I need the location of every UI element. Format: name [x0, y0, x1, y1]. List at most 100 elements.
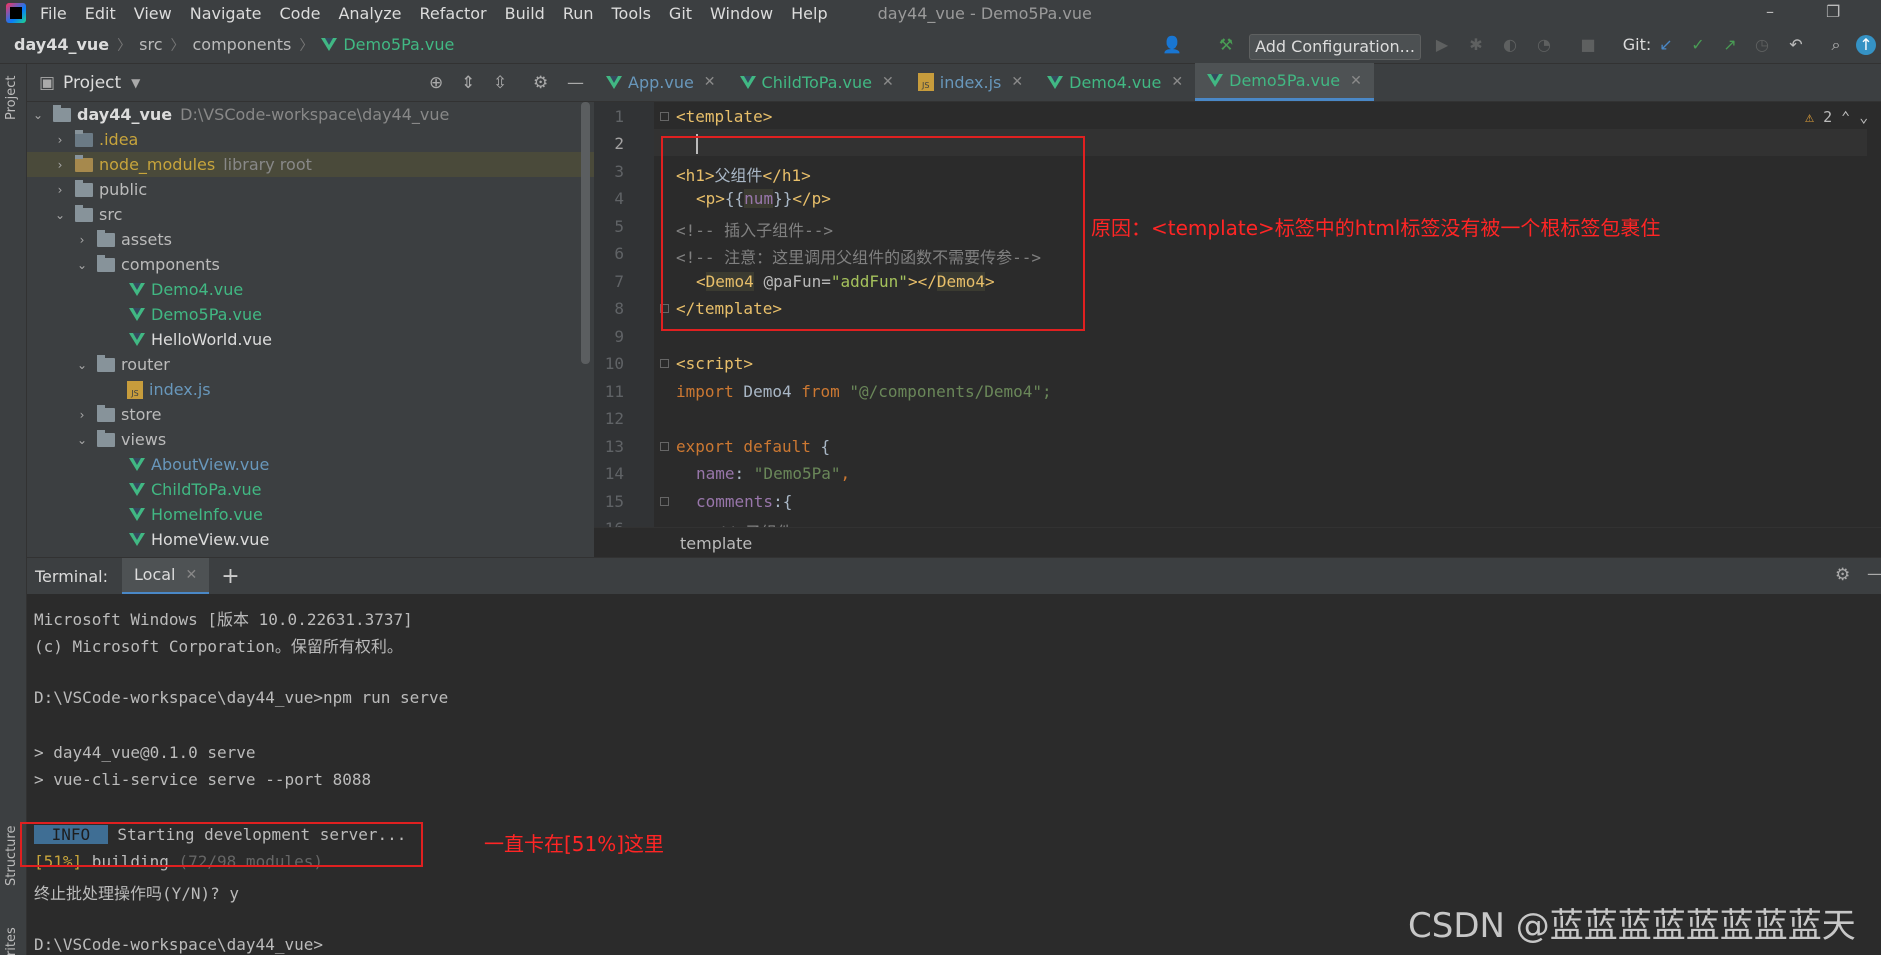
menu-analyze[interactable]: Analyze: [338, 4, 401, 23]
tree-item-demo4[interactable]: Demo4.vue: [27, 277, 594, 302]
tree-item-root[interactable]: ⌄ day44_vue D:\VSCode-workspace\day44_vu…: [27, 102, 594, 127]
chevron-down-icon[interactable]: ⌄: [75, 258, 89, 272]
fold-marker-icon[interactable]: [660, 112, 669, 121]
chevron-down-icon[interactable]: ⌄: [53, 208, 67, 222]
git-update-icon[interactable]: ↙: [1656, 35, 1676, 55]
tree-item-homeinfo[interactable]: HomeInfo.vue: [27, 502, 594, 527]
warnings-indicator[interactable]: ⚠ 2 ⌃ ⌄: [1805, 108, 1868, 126]
tree-item-helloworld[interactable]: HelloWorld.vue: [27, 327, 594, 352]
gear-icon[interactable]: ⚙: [533, 73, 548, 93]
chevron-down-icon[interactable]: ⌄: [31, 108, 45, 122]
close-icon[interactable]: ✕: [1011, 74, 1023, 90]
fold-marker-icon[interactable]: [660, 442, 669, 451]
vue-file-icon: [129, 508, 145, 521]
rollback-icon[interactable]: ↶: [1786, 35, 1806, 55]
close-icon[interactable]: ✕: [1171, 74, 1183, 90]
breadcrumb-project[interactable]: day44_vue: [14, 35, 109, 54]
breadcrumb-src[interactable]: src: [139, 35, 162, 54]
restore-icon[interactable]: ❐: [1826, 2, 1840, 21]
tree-item-demo5pa[interactable]: Demo5Pa.vue: [27, 302, 594, 327]
tab-demo4-vue[interactable]: Demo4.vue ✕: [1035, 63, 1195, 101]
tab-app-vue[interactable]: App.vue ✕: [594, 63, 728, 101]
coverage-icon[interactable]: ◐: [1500, 35, 1520, 55]
stop-icon[interactable]: ■: [1578, 35, 1598, 55]
menu-tools[interactable]: Tools: [612, 4, 651, 23]
tree-item-index-js[interactable]: JS index.js: [27, 377, 594, 402]
tree-item-public[interactable]: › public: [27, 177, 594, 202]
menu-window[interactable]: Window: [710, 4, 773, 23]
chevron-right-icon[interactable]: ›: [53, 158, 67, 172]
close-icon[interactable]: ✕: [882, 74, 894, 90]
profile-icon[interactable]: ◔: [1534, 35, 1554, 55]
menu-run[interactable]: Run: [563, 4, 594, 23]
tab-index-js[interactable]: JS index.js ✕: [906, 63, 1035, 101]
debug-icon[interactable]: ✱: [1466, 35, 1486, 55]
tree-item-store[interactable]: › store: [27, 402, 594, 427]
tree-item-aboutview[interactable]: AboutView.vue: [27, 452, 594, 477]
project-panel-title[interactable]: Project: [63, 73, 121, 93]
chevron-down-icon[interactable]: ⌄: [75, 358, 89, 372]
favorites-tool-tab[interactable]: Favorites: [4, 927, 19, 955]
tree-item-components[interactable]: ⌄ components: [27, 252, 594, 277]
fold-marker-icon[interactable]: [660, 359, 669, 368]
chevron-right-icon[interactable]: ›: [53, 133, 67, 147]
fold-marker-icon[interactable]: [660, 497, 669, 506]
menu-edit[interactable]: Edit: [85, 4, 116, 23]
terminal-line: > vue-cli-service serve --port 8088: [34, 770, 372, 789]
js-file-icon: JS: [127, 380, 143, 399]
menu-file[interactable]: File: [40, 4, 67, 23]
tree-item-assets[interactable]: › assets: [27, 227, 594, 252]
search-icon[interactable]: ⌕: [1826, 35, 1846, 55]
user-icon[interactable]: 👤: [1162, 35, 1182, 55]
minimize-icon[interactable]: –: [1766, 2, 1774, 21]
expand-all-icon[interactable]: ⇕: [461, 73, 475, 93]
tree-item-homeview[interactable]: HomeView.vue: [27, 527, 594, 552]
menu-view[interactable]: View: [134, 4, 172, 23]
git-history-icon[interactable]: ◷: [1752, 35, 1772, 55]
close-icon[interactable]: ✕: [704, 74, 716, 90]
tree-item-childtopa[interactable]: ChildToPa.vue: [27, 477, 594, 502]
chevron-down-icon[interactable]: ⌄: [75, 433, 89, 447]
menu-build[interactable]: Build: [505, 4, 545, 23]
close-icon[interactable]: ✕: [1350, 73, 1362, 89]
menu-refactor[interactable]: Refactor: [420, 4, 487, 23]
update-icon[interactable]: ↑: [1856, 35, 1876, 55]
editor-breadcrumb[interactable]: template: [680, 534, 752, 553]
menu-help[interactable]: Help: [791, 4, 827, 23]
hide-panel-icon[interactable]: —: [567, 73, 584, 93]
tree-item-src[interactable]: ⌄ src: [27, 202, 594, 227]
run-icon[interactable]: ▶: [1432, 35, 1452, 55]
tree-scrollbar[interactable]: [581, 102, 590, 364]
add-configuration-button[interactable]: Add Configuration...: [1249, 34, 1421, 60]
menu-git[interactable]: Git: [669, 4, 692, 23]
hide-panel-icon[interactable]: —: [1867, 564, 1881, 584]
build-hammer-icon[interactable]: ⚒: [1216, 35, 1236, 55]
tree-item-router[interactable]: ⌄ router: [27, 352, 594, 377]
tab-childtopa-vue[interactable]: ChildToPa.vue ✕: [728, 63, 906, 101]
terminal-tab-local[interactable]: Local ✕: [122, 557, 210, 595]
chevron-right-icon[interactable]: ›: [75, 233, 89, 247]
tab-demo5pa-vue[interactable]: Demo5Pa.vue ✕: [1195, 63, 1374, 101]
chevron-up-icon[interactable]: ⌃: [1841, 108, 1850, 126]
editor-scrollbar[interactable]: [1867, 102, 1881, 527]
chevron-right-icon[interactable]: ›: [53, 183, 67, 197]
git-push-icon[interactable]: ↗: [1720, 35, 1740, 55]
breadcrumb-components[interactable]: components: [192, 35, 291, 54]
gear-icon[interactable]: ⚙: [1835, 565, 1850, 585]
tree-item-idea[interactable]: › .idea: [27, 127, 594, 152]
tree-item-node-modules[interactable]: › node_modules library root: [27, 152, 594, 177]
chevron-down-icon[interactable]: ▼: [131, 76, 140, 90]
collapse-all-icon[interactable]: ⇳: [493, 73, 507, 93]
structure-tool-tab[interactable]: Structure: [4, 826, 19, 886]
git-commit-icon[interactable]: ✓: [1688, 35, 1708, 55]
menu-code[interactable]: Code: [280, 4, 321, 23]
locate-icon[interactable]: ⊕: [429, 73, 443, 93]
chevron-right-icon[interactable]: ›: [75, 408, 89, 422]
add-terminal-icon[interactable]: +: [221, 564, 239, 589]
breadcrumb-file[interactable]: Demo5Pa.vue: [343, 35, 454, 54]
menu-navigate[interactable]: Navigate: [190, 4, 262, 23]
line-number: 1: [614, 107, 624, 126]
close-icon[interactable]: ✕: [185, 567, 197, 583]
tree-item-views[interactable]: ⌄ views: [27, 427, 594, 452]
project-tool-tab[interactable]: Project: [4, 76, 19, 120]
